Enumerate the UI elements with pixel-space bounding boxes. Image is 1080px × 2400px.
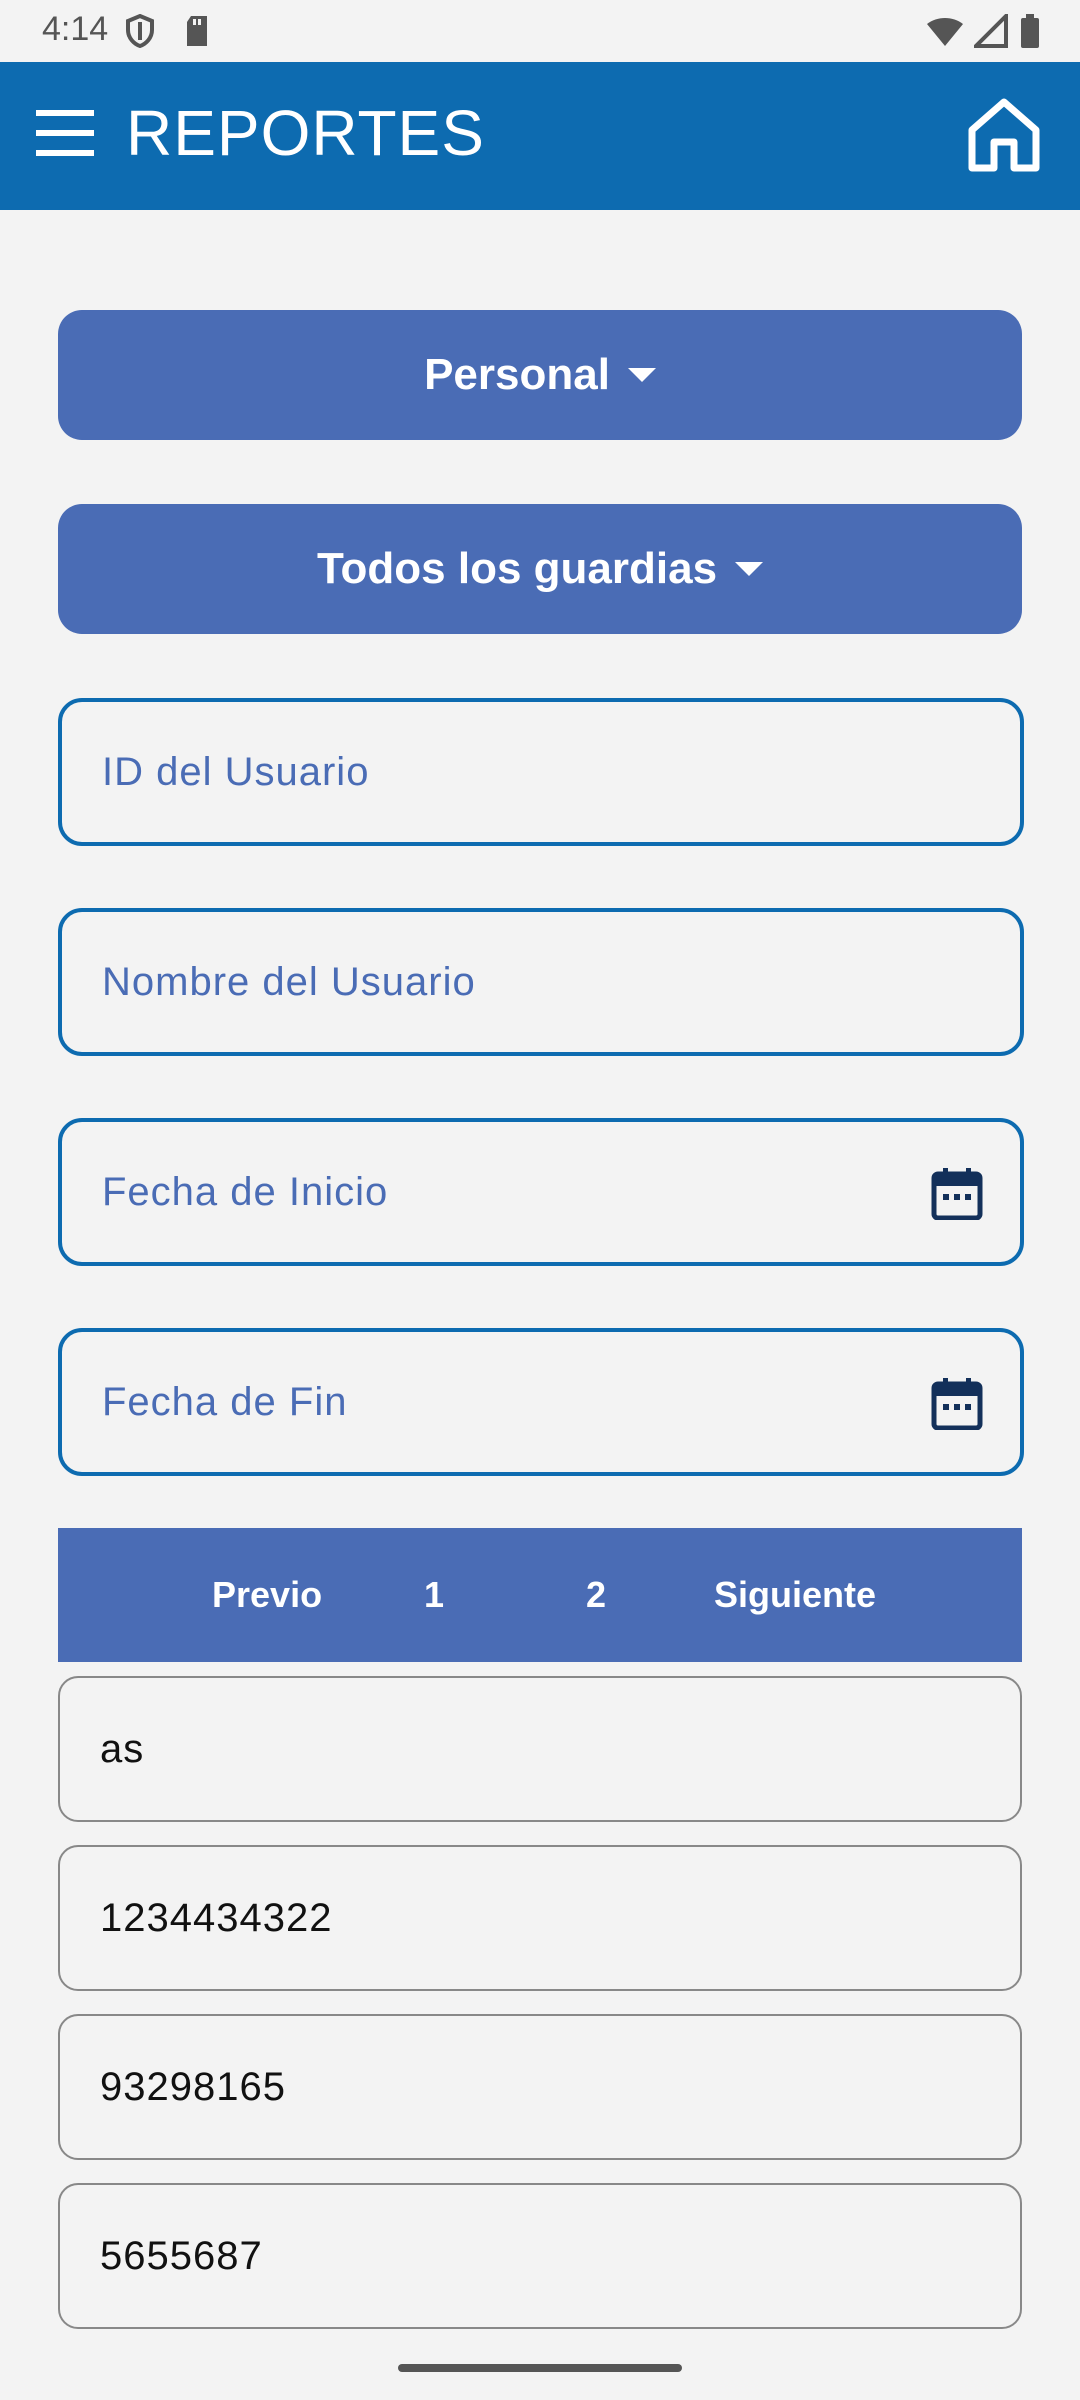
pagination-page-1[interactable]: 1 xyxy=(424,1528,444,1662)
status-right-icons xyxy=(925,11,1040,53)
end-date-input[interactable]: Fecha de Fin xyxy=(58,1328,1024,1476)
user-name-placeholder: Nombre del Usuario xyxy=(102,960,476,1004)
status-time: 4:14 xyxy=(42,10,109,48)
caret-down-icon xyxy=(735,562,764,576)
list-item[interactable]: 93298165 xyxy=(58,2014,1022,2160)
user-name-input[interactable]: Nombre del Usuario xyxy=(58,908,1024,1056)
guard-dropdown[interactable]: Todos los guardias xyxy=(58,504,1022,634)
start-date-placeholder: Fecha de Inicio xyxy=(102,1170,389,1214)
app-bar: REPORTES xyxy=(0,62,1080,210)
page-title: REPORTES xyxy=(126,97,485,169)
gesture-nav-handle[interactable] xyxy=(398,2364,682,2372)
list-item-text: 1234434322 xyxy=(100,1896,333,1940)
list-item-text: 5655687 xyxy=(100,2234,263,2278)
menu-icon[interactable] xyxy=(34,102,96,164)
report-type-label: Personal xyxy=(424,350,610,399)
pagination-next-button[interactable]: Siguiente xyxy=(714,1528,876,1662)
calendar-icon[interactable] xyxy=(930,1376,984,1430)
battery-icon xyxy=(1021,14,1039,48)
list-item[interactable]: 5655687 xyxy=(58,2183,1022,2329)
user-id-placeholder: ID del Usuario xyxy=(102,750,370,794)
user-id-input[interactable]: ID del Usuario xyxy=(58,698,1024,846)
signal-icon xyxy=(970,11,1008,48)
report-type-dropdown[interactable]: Personal xyxy=(58,310,1022,440)
status-bar: 4:14 xyxy=(0,0,1080,62)
status-left-icons xyxy=(125,13,211,53)
pagination-previous-button[interactable]: Previo xyxy=(212,1528,322,1662)
caret-down-icon xyxy=(627,368,656,382)
sd-card-icon xyxy=(187,16,208,46)
pagination-page-2[interactable]: 2 xyxy=(586,1528,606,1662)
list-item-text: 93298165 xyxy=(100,2065,286,2109)
list-item-text: as xyxy=(100,1727,145,1771)
calendar-icon[interactable] xyxy=(930,1166,984,1220)
list-item[interactable]: 1234434322 xyxy=(58,1845,1022,1991)
home-icon[interactable] xyxy=(966,96,1042,172)
guard-dropdown-label: Todos los guardias xyxy=(316,544,718,593)
pagination-bar: Previo 1 2 Siguiente xyxy=(58,1528,1022,1662)
start-date-input[interactable]: Fecha de Inicio xyxy=(58,1118,1024,1266)
end-date-placeholder: Fecha de Fin xyxy=(102,1380,348,1424)
wifi-icon xyxy=(927,18,964,46)
shield-icon xyxy=(126,13,154,49)
list-item[interactable]: as xyxy=(58,1676,1022,1822)
